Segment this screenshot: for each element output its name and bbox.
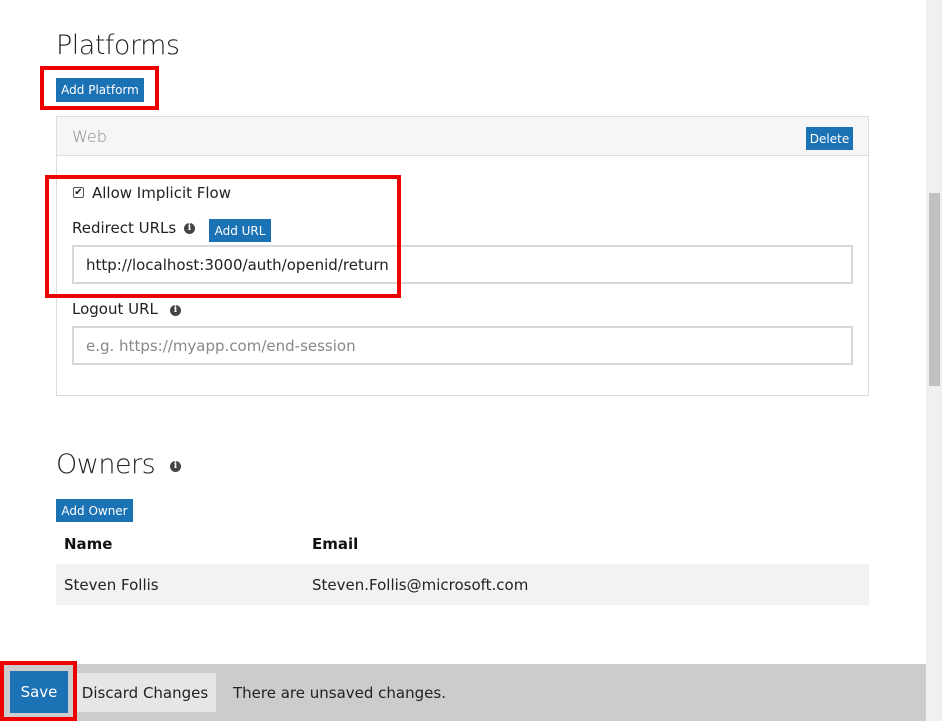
redirect-url-input[interactable]: http://localhost:3000/auth/openid/return xyxy=(72,245,853,284)
owners-table: Name Email Steven Follis Steven.Follis@m… xyxy=(56,524,869,605)
owners-info-icon[interactable]: i xyxy=(170,461,181,472)
logout-url-info-icon[interactable]: i xyxy=(170,305,181,316)
logout-url-input[interactable]: e.g. https://myapp.com/end-session xyxy=(72,326,853,365)
owner-name-cell: Steven Follis xyxy=(56,564,304,605)
logout-url-label: Logout URL xyxy=(72,300,158,318)
table-row[interactable]: Steven Follis Steven.Follis@microsoft.co… xyxy=(56,564,869,605)
allow-implicit-flow-label: Allow Implicit Flow xyxy=(92,184,232,202)
save-button[interactable]: Save xyxy=(10,671,68,713)
add-owner-button[interactable]: Add Owner xyxy=(56,499,133,522)
web-panel-header: Web Delete xyxy=(57,117,868,156)
add-url-button[interactable]: Add URL xyxy=(209,219,271,242)
owner-email-cell: Steven.Follis@microsoft.com xyxy=(304,564,869,605)
platforms-heading: Platforms xyxy=(56,30,180,61)
unsaved-changes-text: There are unsaved changes. xyxy=(233,684,446,702)
scrollbar-thumb[interactable] xyxy=(929,193,940,386)
allow-implicit-flow-checkbox[interactable]: ✔ xyxy=(73,187,84,198)
web-panel-title: Web xyxy=(72,127,107,146)
column-header-name: Name xyxy=(64,535,113,553)
discard-changes-button[interactable]: Discard Changes xyxy=(74,673,216,712)
add-platform-button[interactable]: Add Platform xyxy=(56,78,144,102)
owners-table-header: Name Email xyxy=(56,524,869,564)
owners-heading: Owners xyxy=(56,449,156,480)
delete-platform-button[interactable]: Delete xyxy=(806,127,853,150)
redirect-urls-label: Redirect URLs xyxy=(72,219,177,237)
column-header-email: Email xyxy=(312,535,359,553)
page-content: Platforms Add Platform Web Delete ✔ Allo… xyxy=(0,0,926,721)
redirect-urls-info-icon[interactable]: i xyxy=(184,223,195,234)
